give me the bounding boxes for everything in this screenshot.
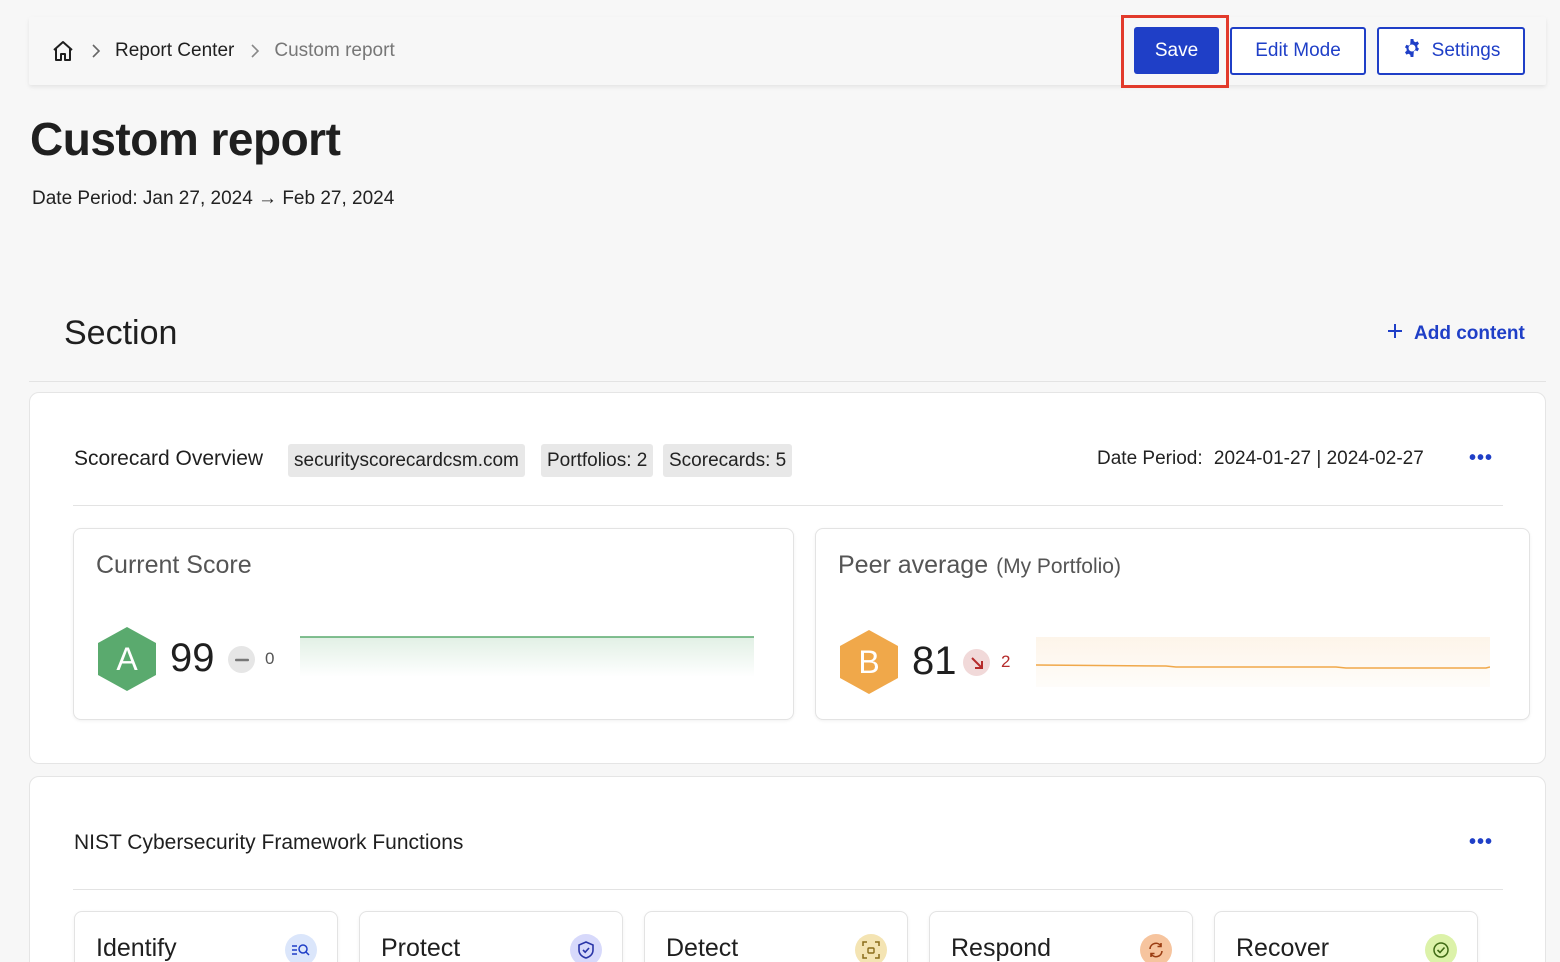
function-card-recover[interactable]: Recover [1214,911,1478,962]
current-score-sparkline [300,636,754,677]
section-title: Section [64,314,178,352]
overview-date-value: 2024-01-27 | 2024-02-27 [1213,448,1424,469]
refresh-icon [1140,934,1172,962]
peer-score-value: 81 [912,639,957,683]
shield-icon [570,934,602,962]
flat-trend-icon [228,646,255,673]
section-divider [29,381,1546,382]
chevron-right-icon [250,44,260,58]
function-card-identify[interactable]: Identify [74,911,338,962]
gear-icon [1402,38,1422,64]
function-label: Identify [96,934,177,962]
chevron-right-icon [91,44,101,58]
function-card-respond[interactable]: Respond [929,911,1193,962]
function-label: Detect [666,934,739,962]
peer-average-panel: Peer average (My Portfolio) B 81 2 [815,528,1530,720]
settings-label: Settings [1431,40,1501,61]
current-score-value: 99 [170,636,215,680]
grade-letter: A [116,640,138,677]
add-content-button[interactable]: Add content [1386,322,1525,346]
peer-average-label: Peer average [838,551,989,579]
current-score-panel: Current Score A 99 0 [73,528,794,720]
settings-button[interactable]: Settings [1377,27,1525,75]
plus-icon [1386,322,1404,346]
detect-scan-icon [855,934,887,962]
grade-a-hexagon: A [98,627,156,691]
function-label: Respond [951,934,1052,962]
home-icon[interactable] [51,39,75,63]
identify-search-icon [285,934,317,962]
function-card-protect[interactable]: Protect [359,911,623,962]
nist-title: NIST Cybersecurity Framework Functions [74,831,464,854]
grade-letter: B [858,643,880,680]
scorecards-chip: Scorecards: 5 [663,444,793,477]
save-button[interactable]: Save [1134,27,1219,74]
peer-average-title: Peer average (My Portfolio) [838,551,1121,580]
page-title: Custom report [30,113,341,165]
arrow-down-right-icon [963,649,990,676]
peer-score-delta: 2 [1001,652,1011,671]
overview-divider [73,505,1503,506]
peer-score-sparkline [1036,637,1490,687]
function-card-detect[interactable]: Detect [644,911,908,962]
grade-b-hexagon: B [840,630,898,694]
function-label: Recover [1236,934,1330,962]
scorecard-overview-card: Scorecard Overview securityscorecardcsm.… [29,392,1546,764]
overview-date-label: Date Period: [1097,448,1203,469]
add-content-label: Add content [1414,323,1525,344]
breadcrumb: Report Center Custom report [51,17,395,85]
breadcrumb-report-center[interactable]: Report Center [115,40,234,62]
edit-mode-button[interactable]: Edit Mode [1230,27,1366,75]
more-options-icon[interactable]: ••• [1469,447,1493,470]
edit-mode-label: Edit Mode [1255,40,1341,61]
function-label: Protect [381,934,461,962]
current-score-title: Current Score [96,551,252,579]
peer-average-subtitle: (My Portfolio) [996,555,1121,578]
overview-title: Scorecard Overview [74,447,264,470]
check-circle-icon [1425,934,1457,962]
current-score-delta: 0 [265,649,275,668]
breadcrumb-current: Custom report [274,40,395,61]
overview-date-period: Date Period: 2024-01-27 | 2024-02-27 [1097,448,1424,470]
domain-chip: securityscorecardcsm.com [288,444,525,477]
page-date-period: Date Period: Jan 27, 2024 → Feb 27, 2024 [32,188,395,209]
nist-functions-card: NIST Cybersecurity Framework Functions •… [29,776,1546,962]
portfolios-chip: Portfolios: 2 [541,444,654,477]
more-options-icon[interactable]: ••• [1469,831,1493,854]
nist-divider [73,889,1503,890]
